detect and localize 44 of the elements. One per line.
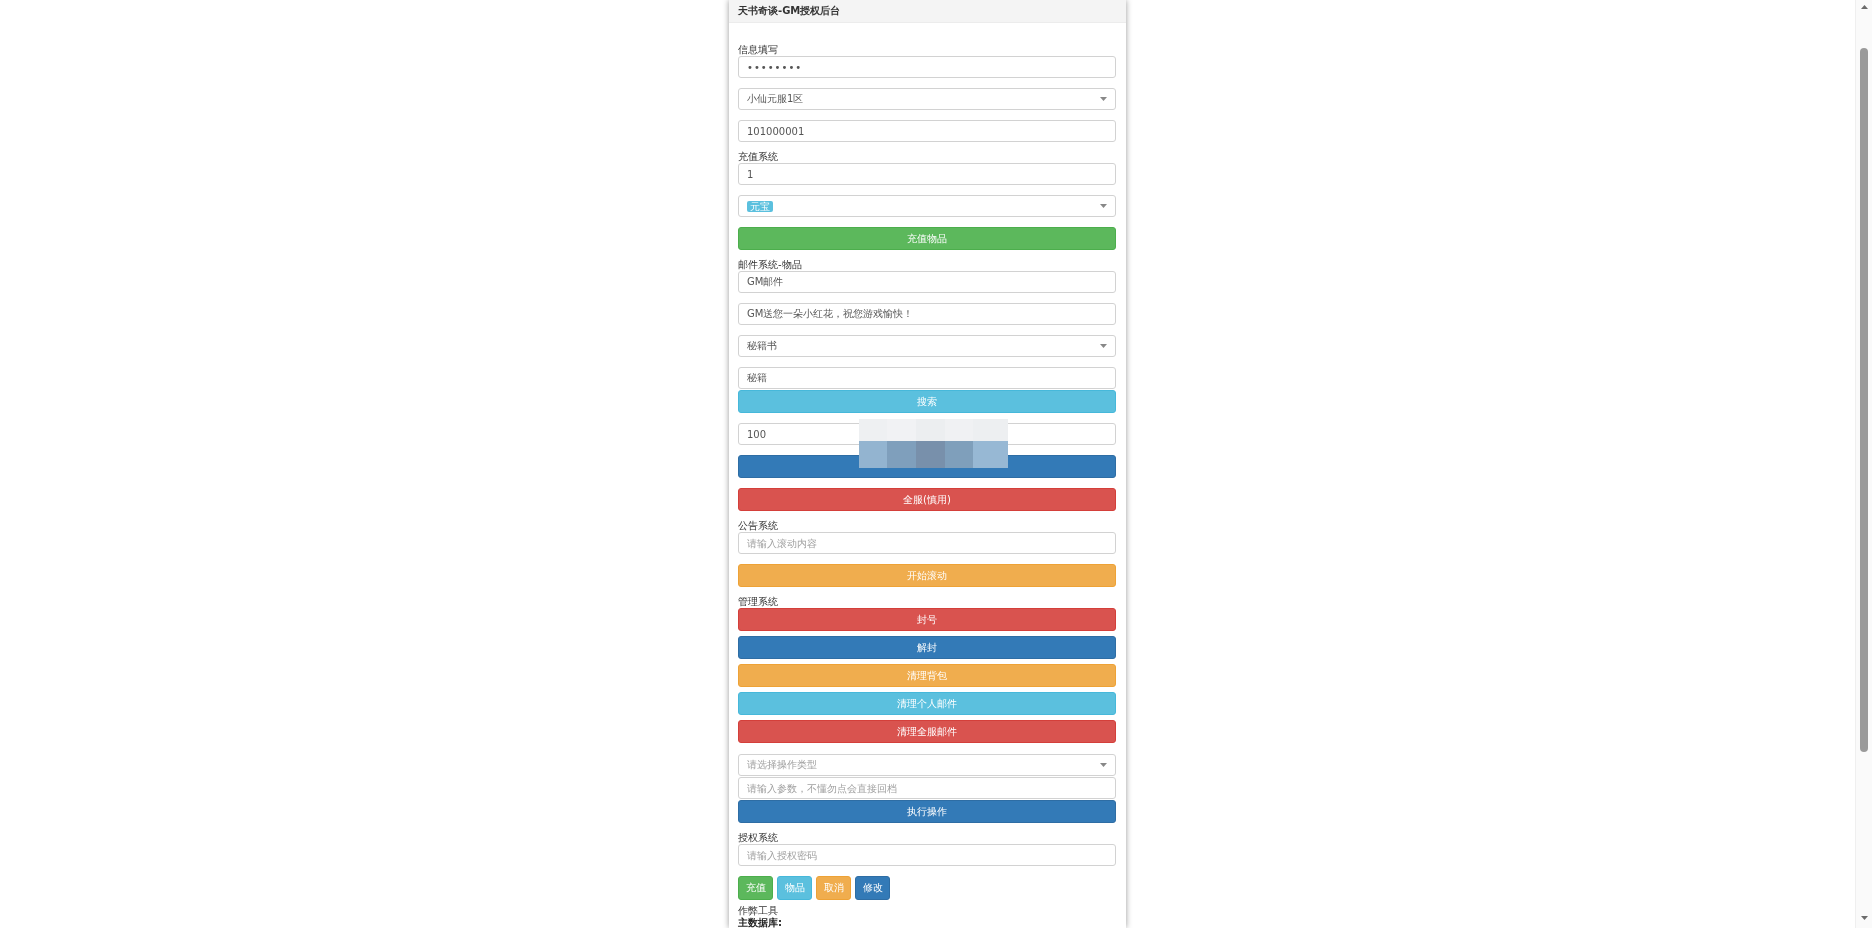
scrollbar-thumb[interactable] xyxy=(1860,48,1868,752)
action-button[interactable]: 解封 xyxy=(738,636,1116,659)
caret-icon xyxy=(1100,344,1107,348)
text-field[interactable]: 101000001 xyxy=(738,120,1116,142)
scroll-down-arrow-icon[interactable] xyxy=(1861,916,1868,920)
action-button[interactable]: 充值物品 xyxy=(738,227,1116,250)
panel-title: 天书奇谈-GM授权后台 xyxy=(738,5,841,17)
section-heading: 授权系统 xyxy=(738,832,778,844)
tag-chip: 元宝 xyxy=(747,200,773,212)
dropdown-field[interactable]: 秘籍书 xyxy=(738,335,1116,357)
dropdown-value: 秘籍书 xyxy=(747,340,777,352)
action-button[interactable]: 全服(慎用) xyxy=(738,488,1116,511)
action-button[interactable]: 充值 xyxy=(738,876,773,900)
caret-icon xyxy=(1100,204,1107,208)
dropdown-value: 小仙元服1区 xyxy=(747,93,804,105)
section-heading: 公告系统 xyxy=(738,520,778,532)
text-field[interactable]: 请输入授权密码 xyxy=(738,844,1116,866)
action-button[interactable]: 执行操作 xyxy=(738,800,1116,823)
section-heading: 管理系统 xyxy=(738,596,778,608)
text-field[interactable]: 请输入滚动内容 xyxy=(738,532,1116,554)
action-button[interactable]: 物品 xyxy=(777,876,812,900)
caret-icon xyxy=(1100,763,1107,767)
section-heading: 信息填写 xyxy=(738,44,778,56)
section-heading: 充值系统 xyxy=(738,151,778,163)
text-field[interactable]: GM送您一朵小红花，祝您游戏愉快！ xyxy=(738,303,1116,325)
scroll-up-arrow-icon[interactable] xyxy=(1861,5,1868,9)
text-field[interactable]: 请输入参数，不懂勿点会直接回档 xyxy=(738,777,1116,799)
dropdown-placeholder: 请选择操作类型 xyxy=(747,759,817,771)
password-field[interactable]: •••••••• xyxy=(738,56,1116,78)
action-button[interactable]: 清理个人邮件 xyxy=(738,692,1116,715)
text-field[interactable]: GM邮件 xyxy=(738,271,1116,293)
action-button[interactable]: 封号 xyxy=(738,608,1116,631)
dropdown-field[interactable]: 小仙元服1区 xyxy=(738,88,1116,110)
action-button[interactable]: 清理全服邮件 xyxy=(738,720,1116,743)
dropdown-field[interactable]: 请选择操作类型 xyxy=(738,754,1116,776)
action-button[interactable]: 修改 xyxy=(855,876,890,900)
text-field[interactable]: 1 xyxy=(738,163,1116,185)
action-button[interactable]: 搜索 xyxy=(738,390,1116,413)
caret-icon xyxy=(1100,97,1107,101)
dropdown-field[interactable]: 元宝 xyxy=(738,195,1116,217)
tools-label: 作弊工具 xyxy=(738,905,778,917)
text-field[interactable]: 秘籍 xyxy=(738,367,1116,389)
database-heading: 主数据库: xyxy=(738,917,782,928)
section-heading: 邮件系统-物品 xyxy=(738,259,802,271)
